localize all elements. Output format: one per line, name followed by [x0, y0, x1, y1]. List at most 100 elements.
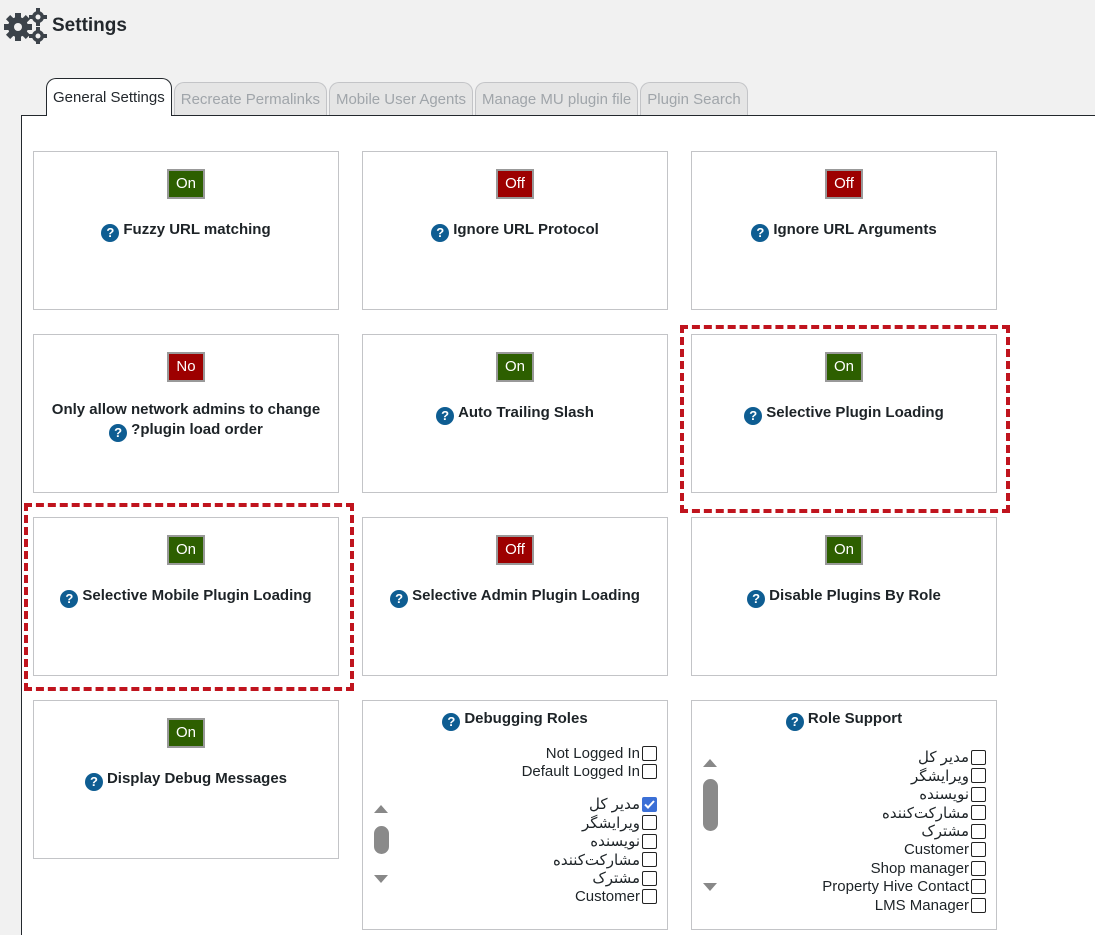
list-item[interactable]: Customer: [822, 841, 986, 860]
ignore-protocol-label: Ignore URL Protocol: [453, 221, 599, 238]
page-title: Settings: [52, 15, 127, 36]
selective-plugin-card: On ? Selective Plugin Loading: [691, 334, 997, 493]
trailing-slash-toggle[interactable]: On: [496, 352, 534, 382]
disable-by-role-label: Disable Plugins By Role: [769, 587, 941, 604]
checkbox-checked[interactable]: [642, 796, 657, 812]
list-item[interactable]: نویسنده: [522, 832, 657, 851]
tab-plugin-search[interactable]: Plugin Search: [640, 82, 748, 116]
ignore-arguments-card: Off ? Ignore URL Arguments: [691, 151, 997, 310]
selective-mobile-label: Selective Mobile Plugin Loading: [82, 587, 312, 604]
debugging-roles-list: Not Logged In Default Logged In مدیر کل …: [522, 744, 657, 906]
selective-admin-toggle[interactable]: Off: [496, 535, 534, 565]
debugging-roles-title: Debugging Roles: [464, 710, 588, 727]
tab-bar: General Settings Recreate Permalinks Mob…: [46, 78, 750, 116]
scroll-up-icon[interactable]: [703, 759, 717, 767]
debug-messages-label: Display Debug Messages: [106, 770, 288, 787]
selective-plugin-label: Selective Plugin Loading: [766, 404, 944, 421]
help-icon[interactable]: ?: [436, 407, 455, 425]
help-icon[interactable]: ?: [101, 224, 120, 242]
help-icon[interactable]: ?: [431, 224, 450, 242]
selective-admin-card: Off ? Selective Admin Plugin Loading: [362, 517, 668, 676]
ignore-arguments-toggle[interactable]: Off: [825, 169, 863, 199]
checkbox[interactable]: [971, 768, 986, 784]
debugging-roles-card: ? Debugging Roles Not Logged In Default L…: [362, 700, 668, 930]
list-item[interactable]: Property Hive Contact: [822, 878, 986, 897]
list-item[interactable]: نویسنده: [822, 785, 986, 804]
list-item[interactable]: مدیر کل: [822, 748, 986, 767]
scroll-down-icon[interactable]: [374, 875, 388, 883]
debug-messages-card: On ? Display Debug Messages: [33, 700, 339, 859]
list-item[interactable]: ویرایشگر: [522, 814, 657, 833]
role-support-scrollbar[interactable]: [700, 759, 720, 891]
ignore-protocol-toggle[interactable]: Off: [496, 169, 534, 199]
checkbox[interactable]: [971, 860, 986, 876]
help-icon[interactable]: ?: [751, 224, 770, 242]
trailing-slash-label: Auto Trailing Slash: [458, 404, 594, 421]
scroll-up-icon[interactable]: [374, 805, 388, 813]
role-support-title: Role Support: [807, 710, 903, 727]
network-admins-card: No Only allow network admins to change ?…: [33, 334, 339, 493]
network-admins-label-line2: ?plugin load order: [131, 421, 263, 438]
checkbox[interactable]: [971, 879, 986, 895]
list-item[interactable]: Default Logged In: [522, 763, 657, 782]
selective-mobile-card: On ? Selective Mobile Plugin Loading: [33, 517, 339, 676]
scroll-thumb[interactable]: [373, 826, 389, 854]
disable-by-role-toggle[interactable]: On: [825, 535, 863, 565]
checkbox[interactable]: [971, 842, 986, 858]
checkbox[interactable]: [642, 889, 657, 905]
list-item[interactable]: مشترک: [822, 822, 986, 841]
ignore-arguments-label: Ignore URL Arguments: [773, 221, 937, 238]
debug-messages-toggle[interactable]: On: [167, 718, 205, 748]
help-icon[interactable]: ?: [390, 590, 409, 608]
role-support-list: مدیر کل ویرایشگر نویسنده مشارکت‌کننده مش…: [822, 748, 986, 915]
network-admins-label-line1: Only allow network admins to change: [51, 401, 321, 418]
help-icon[interactable]: ?: [109, 424, 128, 442]
checkbox[interactable]: [642, 815, 657, 831]
checkbox[interactable]: [971, 823, 986, 839]
checkmark-icon: [644, 800, 655, 809]
tab-general-settings[interactable]: General Settings: [46, 78, 172, 116]
gears-icon: [4, 8, 48, 45]
list-item[interactable]: مشارکت‌کننده: [822, 804, 986, 823]
checkbox[interactable]: [971, 786, 986, 802]
list-item[interactable]: مشارکت‌کننده: [522, 851, 657, 870]
selective-admin-label: Selective Admin Plugin Loading: [412, 587, 640, 604]
help-icon[interactable]: ?: [747, 590, 766, 608]
checkbox[interactable]: [971, 897, 986, 913]
checkbox[interactable]: [971, 749, 986, 765]
list-item[interactable]: ویرایشگر: [822, 767, 986, 786]
fuzzy-url-card: On ? Fuzzy URL matching: [33, 151, 339, 310]
tab-mobile-user-agents[interactable]: Mobile User Agents: [328, 82, 474, 116]
page-header: Settings: [4, 8, 127, 45]
list-item[interactable]: مشترک: [522, 869, 657, 888]
fuzzy-url-toggle[interactable]: On: [167, 169, 205, 199]
help-icon[interactable]: ?: [60, 590, 79, 608]
checkbox[interactable]: [642, 852, 657, 868]
list-item[interactable]: Customer: [522, 888, 657, 907]
ignore-protocol-card: Off ? Ignore URL Protocol: [362, 151, 668, 310]
trailing-slash-card: On ? Auto Trailing Slash: [362, 334, 668, 493]
list-item[interactable]: Shop manager: [822, 859, 986, 878]
checkbox[interactable]: [642, 745, 657, 761]
role-support-card: ? Role Support مدیر کل ویرایشگر نویسنده م…: [691, 700, 997, 930]
checkbox[interactable]: [642, 833, 657, 849]
list-item[interactable]: مدیر کل: [522, 795, 657, 814]
list-item[interactable]: Not Logged In: [522, 744, 657, 763]
checkbox[interactable]: [642, 870, 657, 886]
disable-by-role-card: On ? Disable Plugins By Role: [691, 517, 997, 676]
scroll-down-icon[interactable]: [703, 883, 717, 891]
help-icon[interactable]: ?: [785, 713, 804, 731]
network-admins-toggle[interactable]: No: [167, 352, 205, 382]
checkbox[interactable]: [971, 805, 986, 821]
tab-recreate-permalinks[interactable]: Recreate Permalinks: [173, 82, 327, 116]
selective-mobile-toggle[interactable]: On: [167, 535, 205, 565]
help-icon[interactable]: ?: [442, 713, 461, 731]
help-icon[interactable]: ?: [744, 407, 763, 425]
tab-manage-mu-plugin-file[interactable]: Manage MU plugin file: [475, 82, 639, 116]
help-icon[interactable]: ?: [84, 773, 103, 791]
fuzzy-url-label: Fuzzy URL matching: [123, 221, 271, 238]
selective-plugin-toggle[interactable]: On: [825, 352, 863, 382]
scroll-thumb[interactable]: [702, 779, 718, 831]
checkbox[interactable]: [642, 764, 657, 780]
debugging-roles-scrollbar[interactable]: [371, 805, 391, 883]
